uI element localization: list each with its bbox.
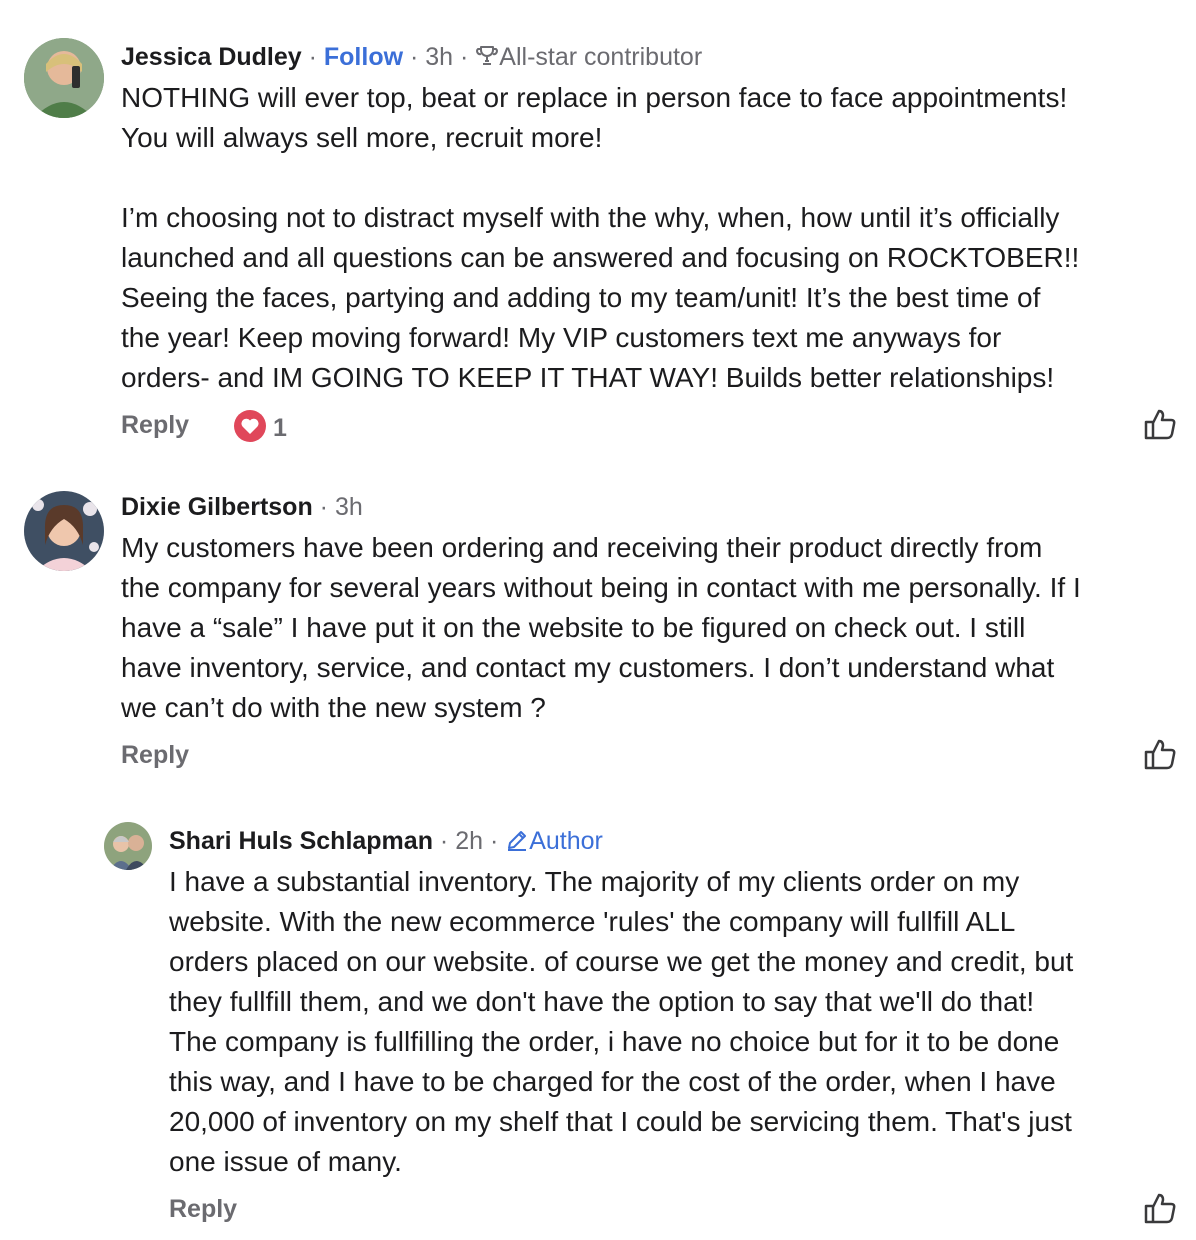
author-badge: Author xyxy=(529,827,603,855)
reaction-summary[interactable]: 1 xyxy=(233,409,287,448)
avatar[interactable] xyxy=(24,491,104,571)
thumbs-up-icon[interactable] xyxy=(1143,737,1177,771)
author-name[interactable]: Jessica Dudley xyxy=(121,43,302,71)
comment-body: I have a substantial inventory. The majo… xyxy=(169,866,1074,1177)
reply-button[interactable]: Reply xyxy=(121,740,189,770)
comment-header: Jessica Dudley · Follow · 3h · All-star … xyxy=(121,42,702,75)
avatar[interactable] xyxy=(24,38,104,118)
thumbs-up-icon[interactable] xyxy=(1143,1191,1177,1225)
comment-header: Shari Huls Schlapman · 2h · Author xyxy=(169,826,603,859)
badge-label: All-star contributor xyxy=(499,43,703,71)
trophy-icon xyxy=(475,44,499,75)
thumbs-up-icon[interactable] xyxy=(1143,407,1177,441)
timestamp: 3h xyxy=(334,493,363,521)
reaction-count: 1 xyxy=(273,414,287,442)
reply-button[interactable]: Reply xyxy=(169,1194,237,1224)
avatar[interactable] xyxy=(104,822,152,870)
timestamp: 2h xyxy=(455,827,483,855)
author-name[interactable]: Dixie Gilbertson xyxy=(121,493,313,521)
pencil-icon xyxy=(505,828,529,859)
timestamp: 3h xyxy=(425,43,454,71)
author-name[interactable]: Shari Huls Schlapman xyxy=(169,827,433,855)
comment-body: NOTHING will ever top, beat or replace i… xyxy=(121,82,1080,393)
comment-header: Dixie Gilbertson · 3h xyxy=(121,493,363,521)
heart-icon xyxy=(233,409,267,448)
follow-button[interactable]: Follow xyxy=(324,43,403,71)
reply-button[interactable]: Reply xyxy=(121,410,189,440)
comment-body: My customers have been ordering and rece… xyxy=(121,532,1081,723)
